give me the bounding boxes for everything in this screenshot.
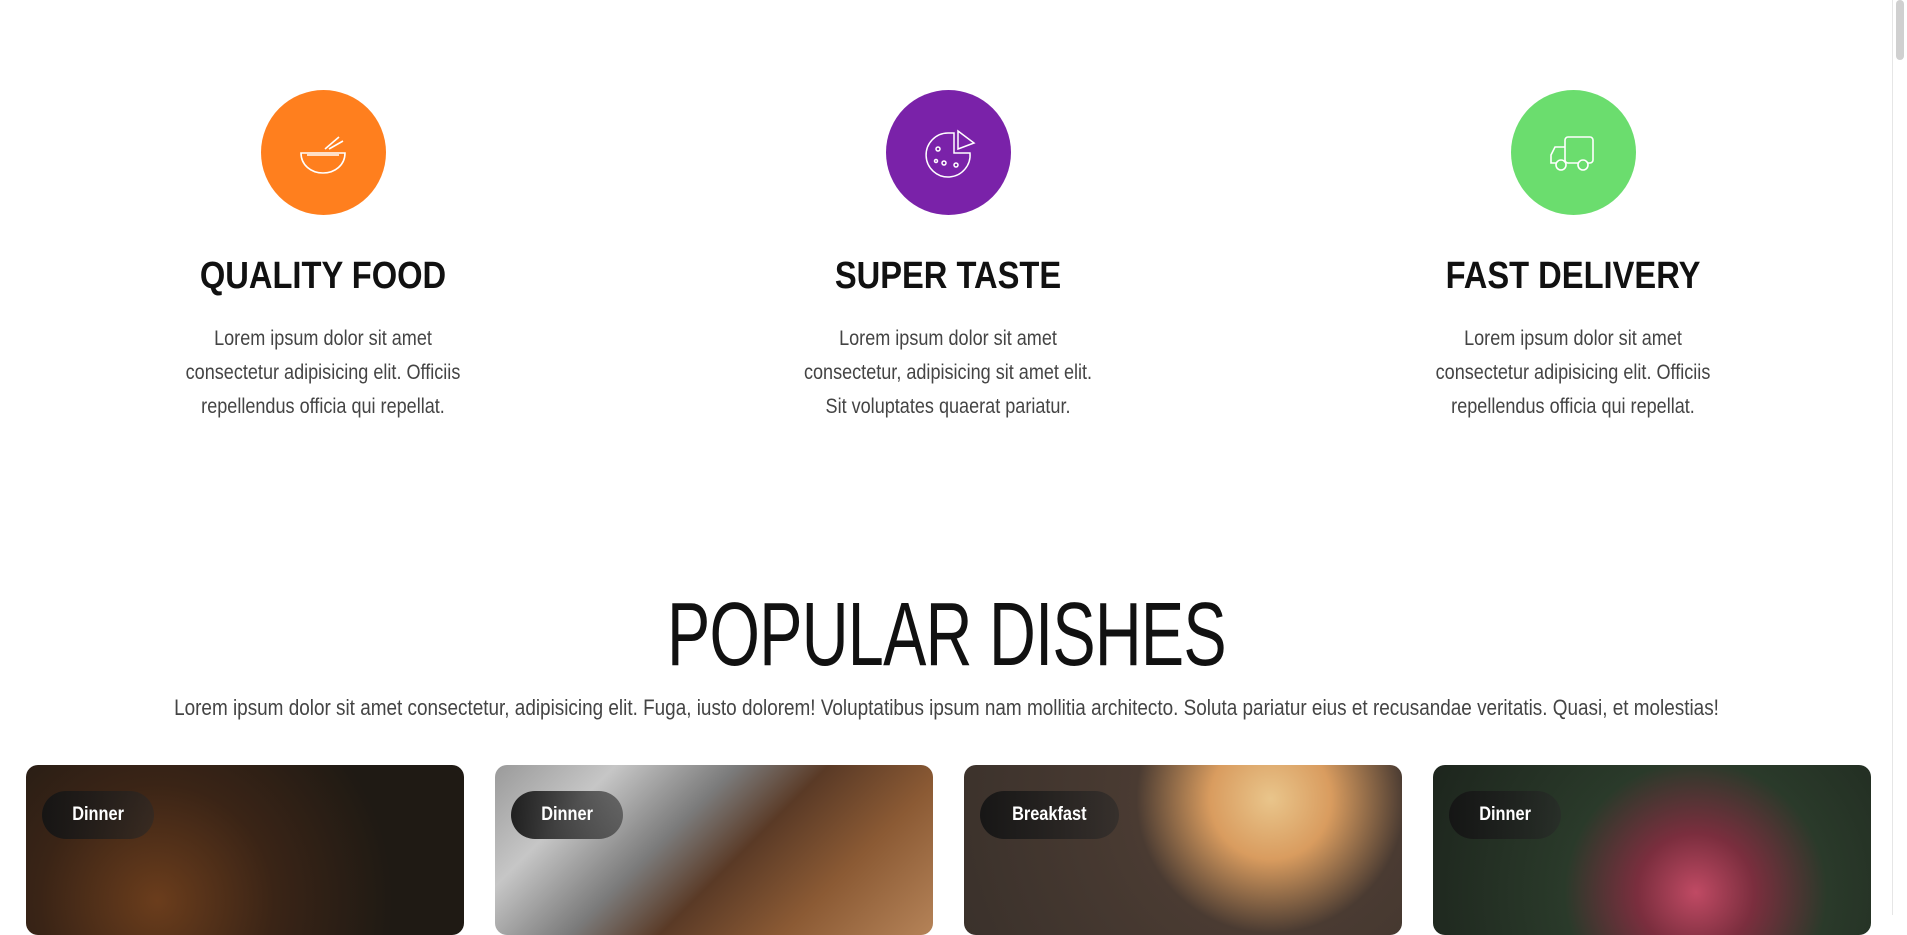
feature-icon-circle [1510,90,1636,215]
feature-title: QUALITY FOOD [199,255,447,297]
feature-title: SUPER TASTE [834,255,1062,297]
popular-dishes-heading: POPULAR DISHES [667,585,1227,685]
feature-text: Lorem ipsum dolor sit amet consectetur, … [803,327,1093,418]
dish-category-badge: Breakfast [980,791,1119,839]
delivery-truck-icon [1550,135,1594,171]
popular-dishes-section: POPULAR DISHES Lorem ipsum dolor sit ame… [0,585,1893,721]
feature-text: Lorem ipsum dolor sit amet consectetur a… [1435,327,1711,418]
features-section: QUALITY FOOD Lorem ipsum dolor sit amet … [0,0,1893,480]
pizza-icon [925,129,976,178]
dish-category-badge: Dinner [1449,791,1562,839]
feature-title: FAST DELIVERY [1445,255,1701,297]
feature-super-taste: SUPER TASTE Lorem ipsum dolor sit amet c… [748,90,1148,424]
scrollbar-thumb[interactable] [1896,0,1904,60]
dish-card[interactable]: Dinner [1433,765,1871,935]
feature-icon-circle [260,90,386,215]
dish-card[interactable]: Dinner [495,765,933,935]
feature-quality-food: QUALITY FOOD Lorem ipsum dolor sit amet … [123,90,523,424]
bowl-icon [300,135,346,174]
dish-cards: Dinner Dinner Breakfast Dinner [26,765,1871,935]
dish-card[interactable]: Dinner [26,765,464,935]
feature-icon-circle [885,90,1011,215]
dish-category-badge: Dinner [42,791,155,839]
popular-dishes-text: Lorem ipsum dolor sit amet consectetur, … [174,695,1719,720]
dish-card[interactable]: Breakfast [964,765,1402,935]
feature-fast-delivery: FAST DELIVERY Lorem ipsum dolor sit amet… [1373,90,1773,424]
dish-category-badge: Dinner [511,791,624,839]
feature-text: Lorem ipsum dolor sit amet consectetur a… [185,327,461,418]
vertical-scrollbar[interactable] [1892,0,1907,915]
